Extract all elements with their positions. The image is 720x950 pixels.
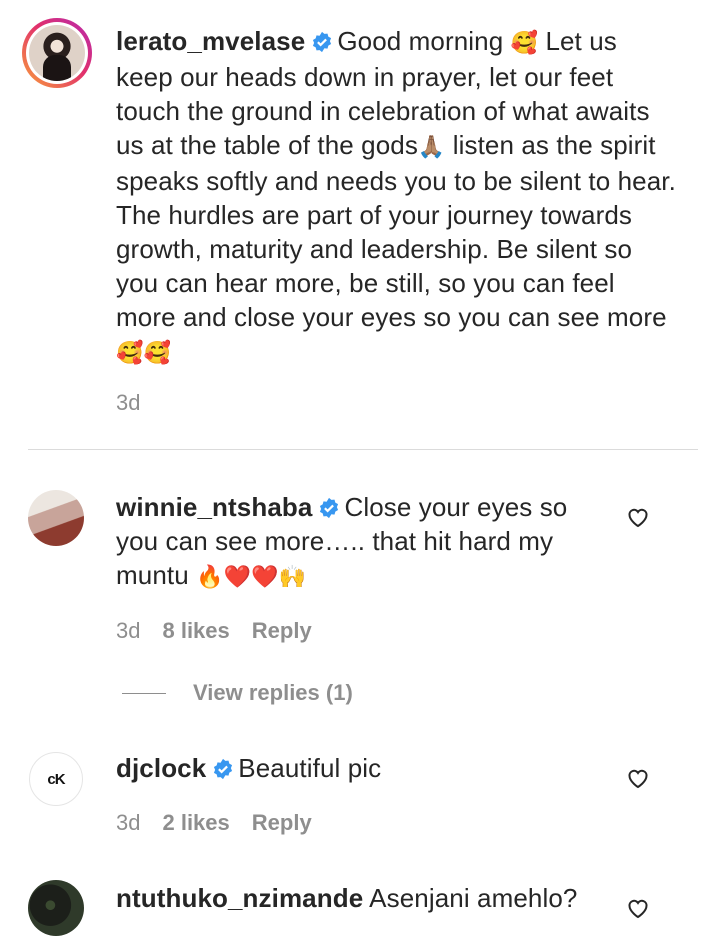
comment-time: 3d [116, 618, 141, 643]
avatar-logo: cK [47, 770, 65, 788]
view-replies-line [122, 692, 166, 694]
comment-body: Asenjani amehlo? [369, 883, 578, 913]
avatar-ring-inner [26, 22, 88, 84]
comment-text: winnie_ntshaba Close your eyes so you can… [116, 490, 606, 594]
comment-likes[interactable]: 2 likes [162, 810, 229, 836]
caption-username[interactable]: lerato_mvelase [116, 26, 305, 56]
caption-text-3: listen as the spirit speaks softly and n… [116, 130, 676, 332]
caption-emoji-1: 🥰 [510, 30, 539, 55]
comment-text: djclock Beautiful pic [116, 751, 606, 785]
comment-body: Beautiful pic [238, 753, 382, 783]
like-heart-icon[interactable] [626, 506, 650, 528]
commenter-avatar[interactable] [28, 490, 84, 546]
caption-divider [28, 449, 698, 450]
caption-emoji-3: 🥰🥰 [116, 340, 171, 365]
caption-text: lerato_mvelase Good morning 🥰 Let us keep… [116, 24, 676, 370]
comment-username[interactable]: djclock [116, 753, 206, 783]
like-heart-icon[interactable] [626, 767, 650, 789]
verified-badge-icon [320, 497, 339, 519]
caption-text-1: Good morning [337, 26, 504, 56]
view-replies-button[interactable]: View replies (1) [122, 680, 353, 706]
reply-button[interactable]: Reply [252, 810, 312, 836]
comment-username[interactable]: ntuthuko_nzimande [116, 883, 363, 913]
comment-time: 3d [116, 810, 141, 835]
author-photo [29, 25, 85, 81]
like-heart-icon[interactable] [626, 897, 650, 919]
view-replies-label: View replies (1) [193, 680, 353, 705]
comment-username[interactable]: winnie_ntshaba [116, 492, 312, 522]
comment-text: ntuthuko_nzimande Asenjani amehlo? [116, 881, 606, 915]
comment-meta: 3d 8 likes Reply [116, 618, 312, 644]
reply-button[interactable]: Reply [252, 618, 312, 644]
comment-likes[interactable]: 8 likes [162, 618, 229, 644]
author-avatar[interactable] [22, 18, 92, 88]
verified-badge-icon [214, 758, 233, 780]
commenter-avatar[interactable] [28, 880, 84, 936]
verified-badge-icon [313, 31, 332, 53]
comment-meta: 3d 2 likes Reply [116, 810, 312, 836]
caption-emoji-2: 🙏🏽 [417, 134, 446, 159]
caption-meta: 3d [116, 390, 140, 416]
commenter-avatar[interactable]: cK [29, 752, 83, 806]
caption-time: 3d [116, 390, 141, 415]
comment-emoji: 🔥❤️❤️🙌 [196, 564, 307, 589]
